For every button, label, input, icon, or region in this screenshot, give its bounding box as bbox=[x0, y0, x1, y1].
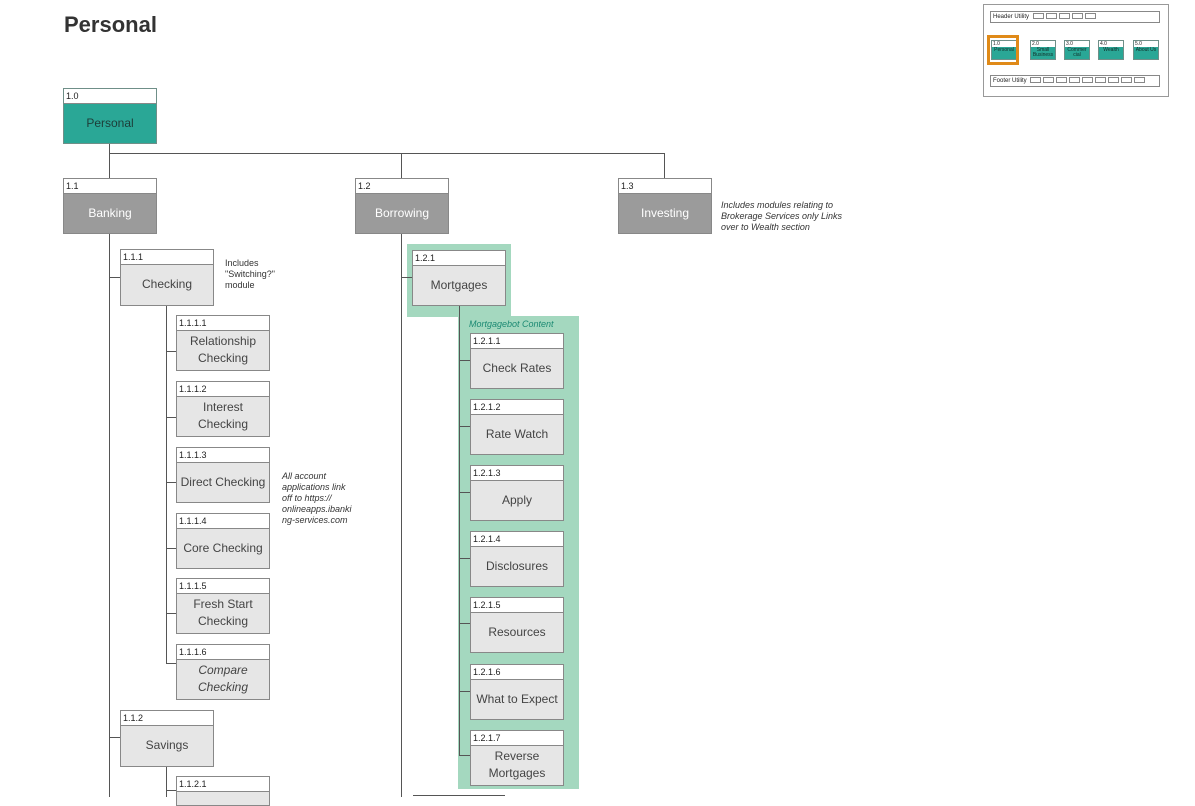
node-direct-checking[interactable]: 1.1.1.3 Direct Checking bbox=[176, 447, 270, 503]
connector bbox=[166, 766, 167, 797]
connector bbox=[401, 233, 402, 797]
node-core-checking[interactable]: 1.1.1.4 Core Checking bbox=[176, 513, 270, 569]
node-label: Interest Checking bbox=[197, 400, 249, 431]
node-number: 1.2 bbox=[356, 179, 448, 194]
node-number: 1.1.1.6 bbox=[177, 645, 269, 660]
node-label: Banking bbox=[88, 205, 132, 220]
node-label bbox=[177, 791, 269, 805]
node-label: Fresh Start Checking bbox=[193, 597, 253, 628]
node-disclosures[interactable]: 1.2.1.4 Disclosures bbox=[470, 531, 564, 587]
node-number: 1.2.1.5 bbox=[471, 598, 563, 613]
connector bbox=[109, 153, 665, 154]
node-apply[interactable]: 1.2.1.3 Apply bbox=[470, 465, 564, 521]
node-label: Mortgages bbox=[430, 277, 488, 292]
mini-node-label: Commer cial bbox=[1067, 47, 1087, 58]
mini-node-label: Small Business bbox=[1032, 47, 1054, 58]
node-number: 1.1.1.3 bbox=[177, 448, 269, 463]
mini-node-label: Wealth bbox=[1103, 47, 1119, 53]
node-number: 1.1.1.4 bbox=[177, 514, 269, 529]
connector bbox=[401, 153, 402, 178]
node-label: Relationship Checking bbox=[189, 334, 257, 365]
node-compare-checking[interactable]: 1.1.1.6 Compare Checking bbox=[176, 644, 270, 700]
node-number: 1.1.1.5 bbox=[177, 579, 269, 594]
footer-utility-label: Footer Utility bbox=[993, 78, 1027, 84]
connector bbox=[459, 305, 460, 756]
node-fresh-start-checking[interactable]: 1.1.1.5 Fresh Start Checking bbox=[176, 578, 270, 634]
node-label: Core Checking bbox=[183, 540, 263, 555]
node-label: Disclosures bbox=[485, 558, 548, 573]
node-label: Check Rates bbox=[482, 360, 552, 375]
node-interest-checking[interactable]: 1.1.1.2 Interest Checking bbox=[176, 381, 270, 437]
mini-node-about-us[interactable]: 5.0 About Us bbox=[1133, 40, 1159, 60]
node-number: 1.2.1 bbox=[413, 251, 505, 266]
current-section-highlight bbox=[987, 35, 1019, 65]
node-number: 1.2.1.6 bbox=[471, 665, 563, 680]
connector bbox=[109, 143, 110, 153]
node-number: 1.2.1.7 bbox=[471, 731, 563, 746]
node-number: 1.1.2.1 bbox=[177, 777, 269, 792]
node-number: 1.2.1.1 bbox=[471, 334, 563, 349]
investing-note: Includes modules relating to Brokerage S… bbox=[721, 200, 843, 232]
node-label: What to Expect bbox=[476, 691, 558, 706]
header-utility-bar: Header Utility bbox=[990, 11, 1160, 23]
node-relationship-checking[interactable]: 1.1.1.1 Relationship Checking bbox=[176, 315, 270, 371]
mini-node-wealth[interactable]: 4.0 Wealth bbox=[1098, 40, 1124, 60]
node-resources[interactable]: 1.2.1.5 Resources bbox=[470, 597, 564, 653]
node-checking[interactable]: 1.1.1 Checking bbox=[120, 249, 214, 306]
node-label: Checking bbox=[141, 277, 193, 291]
connector bbox=[413, 795, 505, 796]
site-map-thumbnail[interactable]: Header Utility 1.0 Personal 2.0 Small Bu… bbox=[983, 4, 1169, 97]
node-savings-child[interactable]: 1.1.2.1 bbox=[176, 776, 270, 806]
mini-node-small-business[interactable]: 2.0 Small Business bbox=[1030, 40, 1056, 60]
footer-utility-bar: Footer Utility bbox=[990, 75, 1160, 87]
node-number: 1.3 bbox=[619, 179, 711, 194]
node-label: Apply bbox=[501, 492, 533, 507]
connector bbox=[166, 305, 167, 664]
node-borrowing[interactable]: 1.2 Borrowing bbox=[355, 178, 449, 234]
node-number: 1.1.1 bbox=[121, 250, 213, 265]
connector bbox=[109, 233, 110, 797]
node-label: Personal bbox=[86, 115, 134, 130]
mortgagebot-label: Mortgagebot Content bbox=[469, 319, 554, 329]
page-title: Personal bbox=[64, 12, 157, 37]
node-investing[interactable]: 1.3 Investing bbox=[618, 178, 712, 234]
node-check-rates[interactable]: 1.2.1.1 Check Rates bbox=[470, 333, 564, 389]
node-label: Investing bbox=[640, 205, 690, 220]
node-number: 1.0 bbox=[64, 89, 156, 104]
node-reverse-mortgages[interactable]: 1.2.1.7 Reverse Mortgages bbox=[470, 730, 564, 786]
node-what-to-expect[interactable]: 1.2.1.6 What to Expect bbox=[470, 664, 564, 720]
node-number: 1.2.1.3 bbox=[471, 466, 563, 481]
applications-note: All account applications link off to htt… bbox=[282, 471, 352, 525]
node-label: Borrowing bbox=[374, 205, 430, 220]
node-mortgages[interactable]: 1.2.1 Mortgages bbox=[412, 250, 506, 306]
node-number: 1.2.1.2 bbox=[471, 400, 563, 415]
connector bbox=[109, 153, 110, 178]
node-number: 1.1.2 bbox=[121, 711, 213, 726]
node-number: 1.1 bbox=[64, 179, 156, 194]
node-label: Savings bbox=[145, 738, 189, 752]
node-savings[interactable]: 1.1.2 Savings bbox=[120, 710, 214, 767]
node-rate-watch[interactable]: 1.2.1.2 Rate Watch bbox=[470, 399, 564, 455]
node-label: Direct Checking bbox=[180, 474, 266, 489]
checking-note: Includes "Switching?" module bbox=[225, 258, 275, 290]
node-label: Rate Watch bbox=[485, 426, 549, 441]
header-utility-label: Header Utility bbox=[993, 14, 1030, 20]
node-number: 1.2.1.4 bbox=[471, 532, 563, 547]
mini-node-label: About Us bbox=[1135, 47, 1157, 53]
node-personal[interactable]: 1.0 Personal bbox=[63, 88, 157, 144]
connector bbox=[664, 153, 665, 178]
node-number: 1.1.1.1 bbox=[177, 316, 269, 331]
node-label: Compare Checking bbox=[197, 663, 249, 694]
node-label: Reverse Mortgages bbox=[488, 749, 546, 780]
node-number: 1.1.1.2 bbox=[177, 382, 269, 397]
node-banking[interactable]: 1.1 Banking bbox=[63, 178, 157, 234]
mini-node-commercial[interactable]: 3.0 Commer cial bbox=[1064, 40, 1090, 60]
node-label: Resources bbox=[488, 624, 546, 639]
